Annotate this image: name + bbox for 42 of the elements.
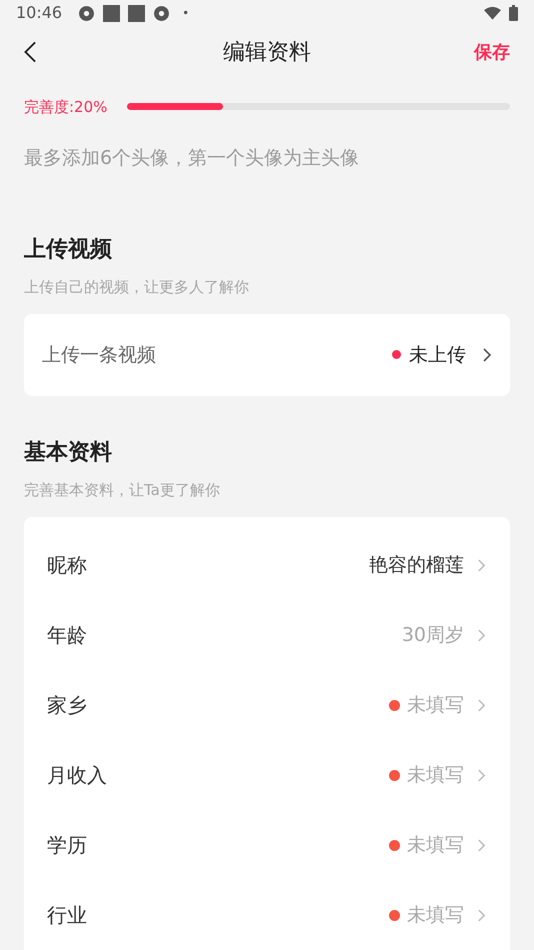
- square-icon: [128, 4, 146, 22]
- row-label: 上传一条视频: [42, 342, 156, 368]
- battery-icon: [509, 5, 518, 22]
- row-label: 学历: [47, 832, 87, 859]
- row-label: 月收入: [47, 762, 107, 789]
- upload-video-row[interactable]: 上传一条视频 未上传: [24, 314, 510, 396]
- row-label: 行业: [47, 902, 87, 929]
- back-icon: [24, 41, 38, 64]
- info-row[interactable]: 行业 未填写: [24, 880, 510, 950]
- row-label: 年龄: [47, 622, 87, 649]
- notification-dot: •: [182, 5, 190, 22]
- row-label: 家乡: [47, 692, 87, 719]
- wifi-icon: [484, 6, 501, 20]
- row-value: 未填写: [407, 832, 464, 858]
- chevron-right-icon: [477, 838, 486, 852]
- chevron-right-icon: [477, 768, 486, 782]
- section-title: 上传视频: [23, 236, 113, 264]
- row-value: 艳容的榴莲: [369, 552, 464, 578]
- square-icon: [103, 4, 120, 22]
- completion-label: 完善度:20%: [24, 96, 108, 118]
- avatar-hint: 最多添加6个头像，第一个头像为主头像: [23, 146, 360, 172]
- chevron-right-icon: [477, 698, 486, 712]
- info-row[interactable]: 年龄 30周岁: [24, 600, 510, 670]
- status-time: 10:46: [16, 2, 62, 24]
- section-title: 基本资料: [23, 438, 113, 466]
- chevron-right-icon: [477, 908, 486, 922]
- info-row[interactable]: 家乡 未填写: [24, 670, 510, 740]
- chevron-right-icon: [477, 558, 486, 572]
- info-row[interactable]: 月收入 未填写: [24, 740, 510, 810]
- page-title: 编辑资料: [223, 38, 311, 67]
- row-value: 30周岁: [402, 622, 464, 648]
- row-value: 未填写: [407, 902, 464, 928]
- row-value: 未上传: [409, 342, 466, 368]
- info-row[interactable]: 学历 未填写: [24, 810, 510, 880]
- row-value: 未填写: [407, 692, 464, 718]
- row-value: 未填写: [407, 762, 464, 788]
- info-row[interactable]: 昵称 艳容的榴莲: [24, 530, 510, 600]
- section-subtitle: 上传自己的视频，让更多人了解你: [23, 276, 250, 298]
- row-label: 昵称: [47, 552, 87, 579]
- chevron-right-icon: [482, 346, 492, 363]
- section-subtitle: 完善基本资料，让Ta更了解你: [23, 480, 221, 500]
- chevron-right-icon: [477, 628, 486, 642]
